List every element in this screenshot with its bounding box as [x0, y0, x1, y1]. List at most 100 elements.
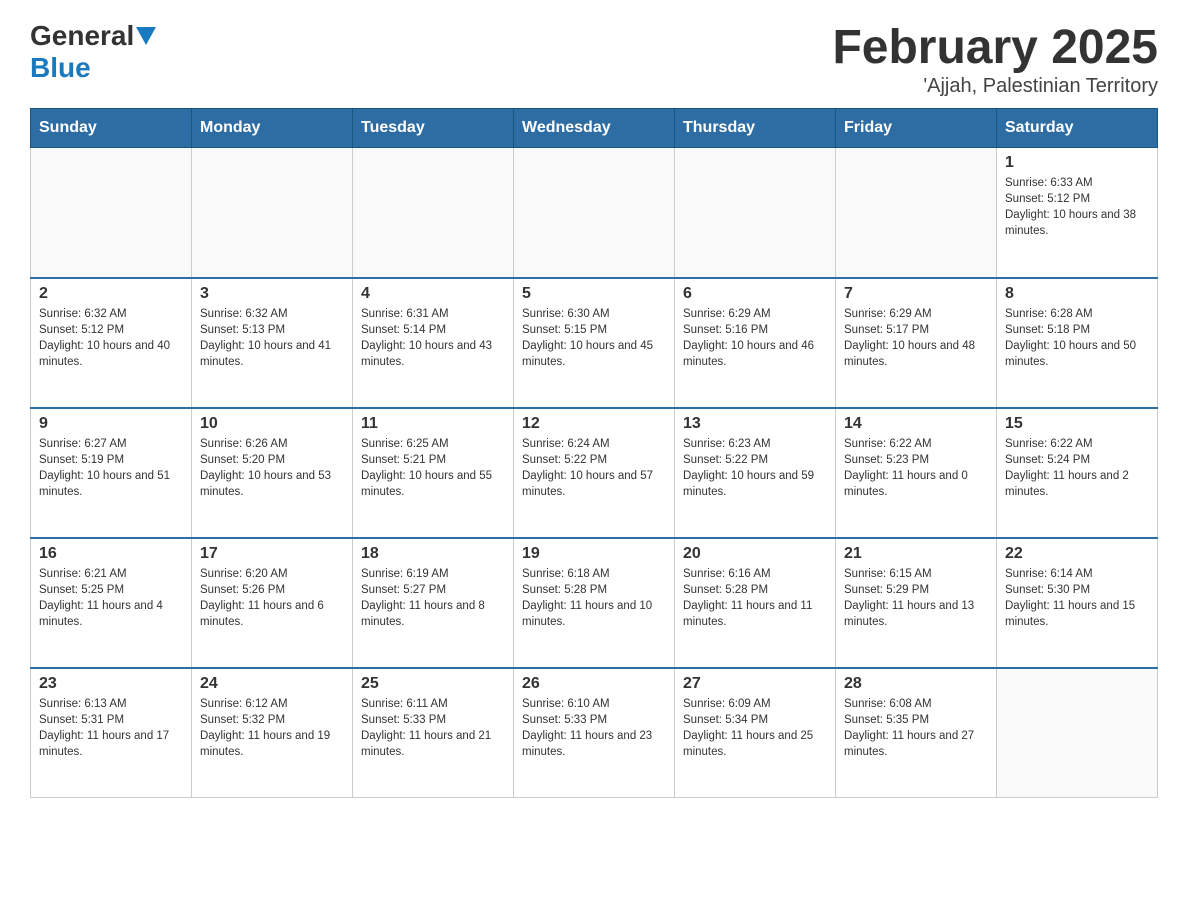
logo: General Blue — [30, 20, 158, 84]
day-number: 25 — [361, 675, 505, 693]
day-info: Sunrise: 6:22 AMSunset: 5:23 PMDaylight:… — [844, 436, 988, 500]
calendar-cell — [514, 148, 675, 278]
calendar-cell: 3 Sunrise: 6:32 AMSunset: 5:13 PMDaylight… — [192, 278, 353, 408]
day-info: Sunrise: 6:15 AMSunset: 5:29 PMDaylight:… — [844, 566, 988, 630]
calendar-header-row: Sunday Monday Tuesday Wednesday Thursday… — [31, 109, 1158, 148]
day-number: 19 — [522, 545, 666, 563]
calendar-week-row: 16 Sunrise: 6:21 AMSunset: 5:25 PMDayligh… — [31, 538, 1158, 668]
day-info: Sunrise: 6:18 AMSunset: 5:28 PMDaylight:… — [522, 566, 666, 630]
col-saturday: Saturday — [997, 109, 1158, 148]
day-info: Sunrise: 6:26 AMSunset: 5:20 PMDaylight:… — [200, 436, 344, 500]
day-number: 17 — [200, 545, 344, 563]
calendar-week-row: 23 Sunrise: 6:13 AMSunset: 5:31 PMDayligh… — [31, 668, 1158, 798]
day-info: Sunrise: 6:23 AMSunset: 5:22 PMDaylight:… — [683, 436, 827, 500]
day-info: Sunrise: 6:20 AMSunset: 5:26 PMDaylight:… — [200, 566, 344, 630]
day-number: 28 — [844, 675, 988, 693]
day-number: 8 — [1005, 285, 1149, 303]
location-subtitle: 'Ajjah, Palestinian Territory — [832, 75, 1158, 98]
title-block: February 2025 'Ajjah, Palestinian Territ… — [832, 20, 1158, 98]
calendar-table: Sunday Monday Tuesday Wednesday Thursday… — [30, 108, 1158, 798]
day-number: 2 — [39, 285, 183, 303]
calendar-cell: 26 Sunrise: 6:10 AMSunset: 5:33 PMDayligh… — [514, 668, 675, 798]
month-title: February 2025 — [832, 20, 1158, 75]
calendar-cell: 21 Sunrise: 6:15 AMSunset: 5:29 PMDayligh… — [836, 538, 997, 668]
day-number: 16 — [39, 545, 183, 563]
day-number: 21 — [844, 545, 988, 563]
calendar-cell: 11Sunrise: 6:25 AMSunset: 5:21 PMDayligh… — [353, 408, 514, 538]
logo-general-text: General — [30, 20, 134, 52]
col-wednesday: Wednesday — [514, 109, 675, 148]
day-number: 22 — [1005, 545, 1149, 563]
day-number: 26 — [522, 675, 666, 693]
day-number: 1 — [1005, 154, 1149, 172]
day-info: Sunrise: 6:16 AMSunset: 5:28 PMDaylight:… — [683, 566, 827, 630]
day-number: 6 — [683, 285, 827, 303]
day-info: Sunrise: 6:14 AMSunset: 5:30 PMDaylight:… — [1005, 566, 1149, 630]
day-info: Sunrise: 6:10 AMSunset: 5:33 PMDaylight:… — [522, 696, 666, 760]
calendar-cell — [836, 148, 997, 278]
calendar-week-row: 1Sunrise: 6:33 AMSunset: 5:12 PMDaylight… — [31, 148, 1158, 278]
day-info: Sunrise: 6:13 AMSunset: 5:31 PMDaylight:… — [39, 696, 183, 760]
day-number: 3 — [200, 285, 344, 303]
calendar-cell — [997, 668, 1158, 798]
day-info: Sunrise: 6:28 AMSunset: 5:18 PMDaylight:… — [1005, 306, 1149, 370]
day-number: 9 — [39, 415, 183, 433]
calendar-cell: 18 Sunrise: 6:19 AMSunset: 5:27 PMDayligh… — [353, 538, 514, 668]
calendar-cell: 13 Sunrise: 6:23 AMSunset: 5:22 PMDayligh… — [675, 408, 836, 538]
calendar-cell: 22 Sunrise: 6:14 AMSunset: 5:30 PMDayligh… — [997, 538, 1158, 668]
day-info: Sunrise: 6:31 AMSunset: 5:14 PMDaylight:… — [361, 306, 505, 370]
col-friday: Friday — [836, 109, 997, 148]
calendar-cell: 27 Sunrise: 6:09 AMSunset: 5:34 PMDayligh… — [675, 668, 836, 798]
day-number: 13 — [683, 415, 827, 433]
day-number: 4 — [361, 285, 505, 303]
calendar-cell — [192, 148, 353, 278]
calendar-cell: 12Sunrise: 6:24 AMSunset: 5:22 PMDayligh… — [514, 408, 675, 538]
day-number: 23 — [39, 675, 183, 693]
day-info: Sunrise: 6:24 AMSunset: 5:22 PMDaylight:… — [522, 436, 666, 500]
calendar-cell: 15Sunrise: 6:22 AMSunset: 5:24 PMDayligh… — [997, 408, 1158, 538]
day-info: Sunrise: 6:32 AMSunset: 5:12 PMDaylight:… — [39, 306, 183, 370]
col-sunday: Sunday — [31, 109, 192, 148]
day-number: 10 — [200, 415, 344, 433]
day-number: 15 — [1005, 415, 1149, 433]
logo-triangle-icon — [136, 27, 156, 45]
calendar-cell: 7 Sunrise: 6:29 AMSunset: 5:17 PMDaylight… — [836, 278, 997, 408]
calendar-cell: 8 Sunrise: 6:28 AMSunset: 5:18 PMDaylight… — [997, 278, 1158, 408]
calendar-cell: 4 Sunrise: 6:31 AMSunset: 5:14 PMDaylight… — [353, 278, 514, 408]
day-number: 24 — [200, 675, 344, 693]
col-tuesday: Tuesday — [353, 109, 514, 148]
day-number: 14 — [844, 415, 988, 433]
calendar-cell: 25 Sunrise: 6:11 AMSunset: 5:33 PMDayligh… — [353, 668, 514, 798]
day-number: 7 — [844, 285, 988, 303]
day-number: 18 — [361, 545, 505, 563]
calendar-cell: 10 Sunrise: 6:26 AMSunset: 5:20 PMDayligh… — [192, 408, 353, 538]
calendar-cell: 9 Sunrise: 6:27 AMSunset: 5:19 PMDaylight… — [31, 408, 192, 538]
calendar-cell: 6Sunrise: 6:29 AMSunset: 5:16 PMDaylight… — [675, 278, 836, 408]
calendar-cell: 16 Sunrise: 6:21 AMSunset: 5:25 PMDayligh… — [31, 538, 192, 668]
calendar-cell — [31, 148, 192, 278]
day-info: Sunrise: 6:27 AMSunset: 5:19 PMDaylight:… — [39, 436, 183, 500]
day-info: Sunrise: 6:12 AMSunset: 5:32 PMDaylight:… — [200, 696, 344, 760]
day-info: Sunrise: 6:29 AMSunset: 5:17 PMDaylight:… — [844, 306, 988, 370]
col-monday: Monday — [192, 109, 353, 148]
calendar-cell: 2 Sunrise: 6:32 AMSunset: 5:12 PMDaylight… — [31, 278, 192, 408]
calendar-week-row: 2 Sunrise: 6:32 AMSunset: 5:12 PMDaylight… — [31, 278, 1158, 408]
day-info: Sunrise: 6:11 AMSunset: 5:33 PMDaylight:… — [361, 696, 505, 760]
day-info: Sunrise: 6:25 AMSunset: 5:21 PMDaylight:… — [361, 436, 505, 500]
calendar-cell: 20 Sunrise: 6:16 AMSunset: 5:28 PMDayligh… — [675, 538, 836, 668]
day-number: 27 — [683, 675, 827, 693]
day-info: Sunrise: 6:08 AMSunset: 5:35 PMDaylight:… — [844, 696, 988, 760]
day-info: Sunrise: 6:09 AMSunset: 5:34 PMDaylight:… — [683, 696, 827, 760]
logo-blue-text: Blue — [30, 52, 91, 84]
calendar-cell: 28 Sunrise: 6:08 AMSunset: 5:35 PMDayligh… — [836, 668, 997, 798]
calendar-cell — [675, 148, 836, 278]
day-number: 20 — [683, 545, 827, 563]
day-info: Sunrise: 6:21 AMSunset: 5:25 PMDaylight:… — [39, 566, 183, 630]
calendar-cell: 19 Sunrise: 6:18 AMSunset: 5:28 PMDayligh… — [514, 538, 675, 668]
day-info: Sunrise: 6:32 AMSunset: 5:13 PMDaylight:… — [200, 306, 344, 370]
calendar-week-row: 9 Sunrise: 6:27 AMSunset: 5:19 PMDaylight… — [31, 408, 1158, 538]
calendar-cell: 23 Sunrise: 6:13 AMSunset: 5:31 PMDayligh… — [31, 668, 192, 798]
calendar-cell — [353, 148, 514, 278]
day-info: Sunrise: 6:30 AMSunset: 5:15 PMDaylight:… — [522, 306, 666, 370]
day-info: Sunrise: 6:19 AMSunset: 5:27 PMDaylight:… — [361, 566, 505, 630]
